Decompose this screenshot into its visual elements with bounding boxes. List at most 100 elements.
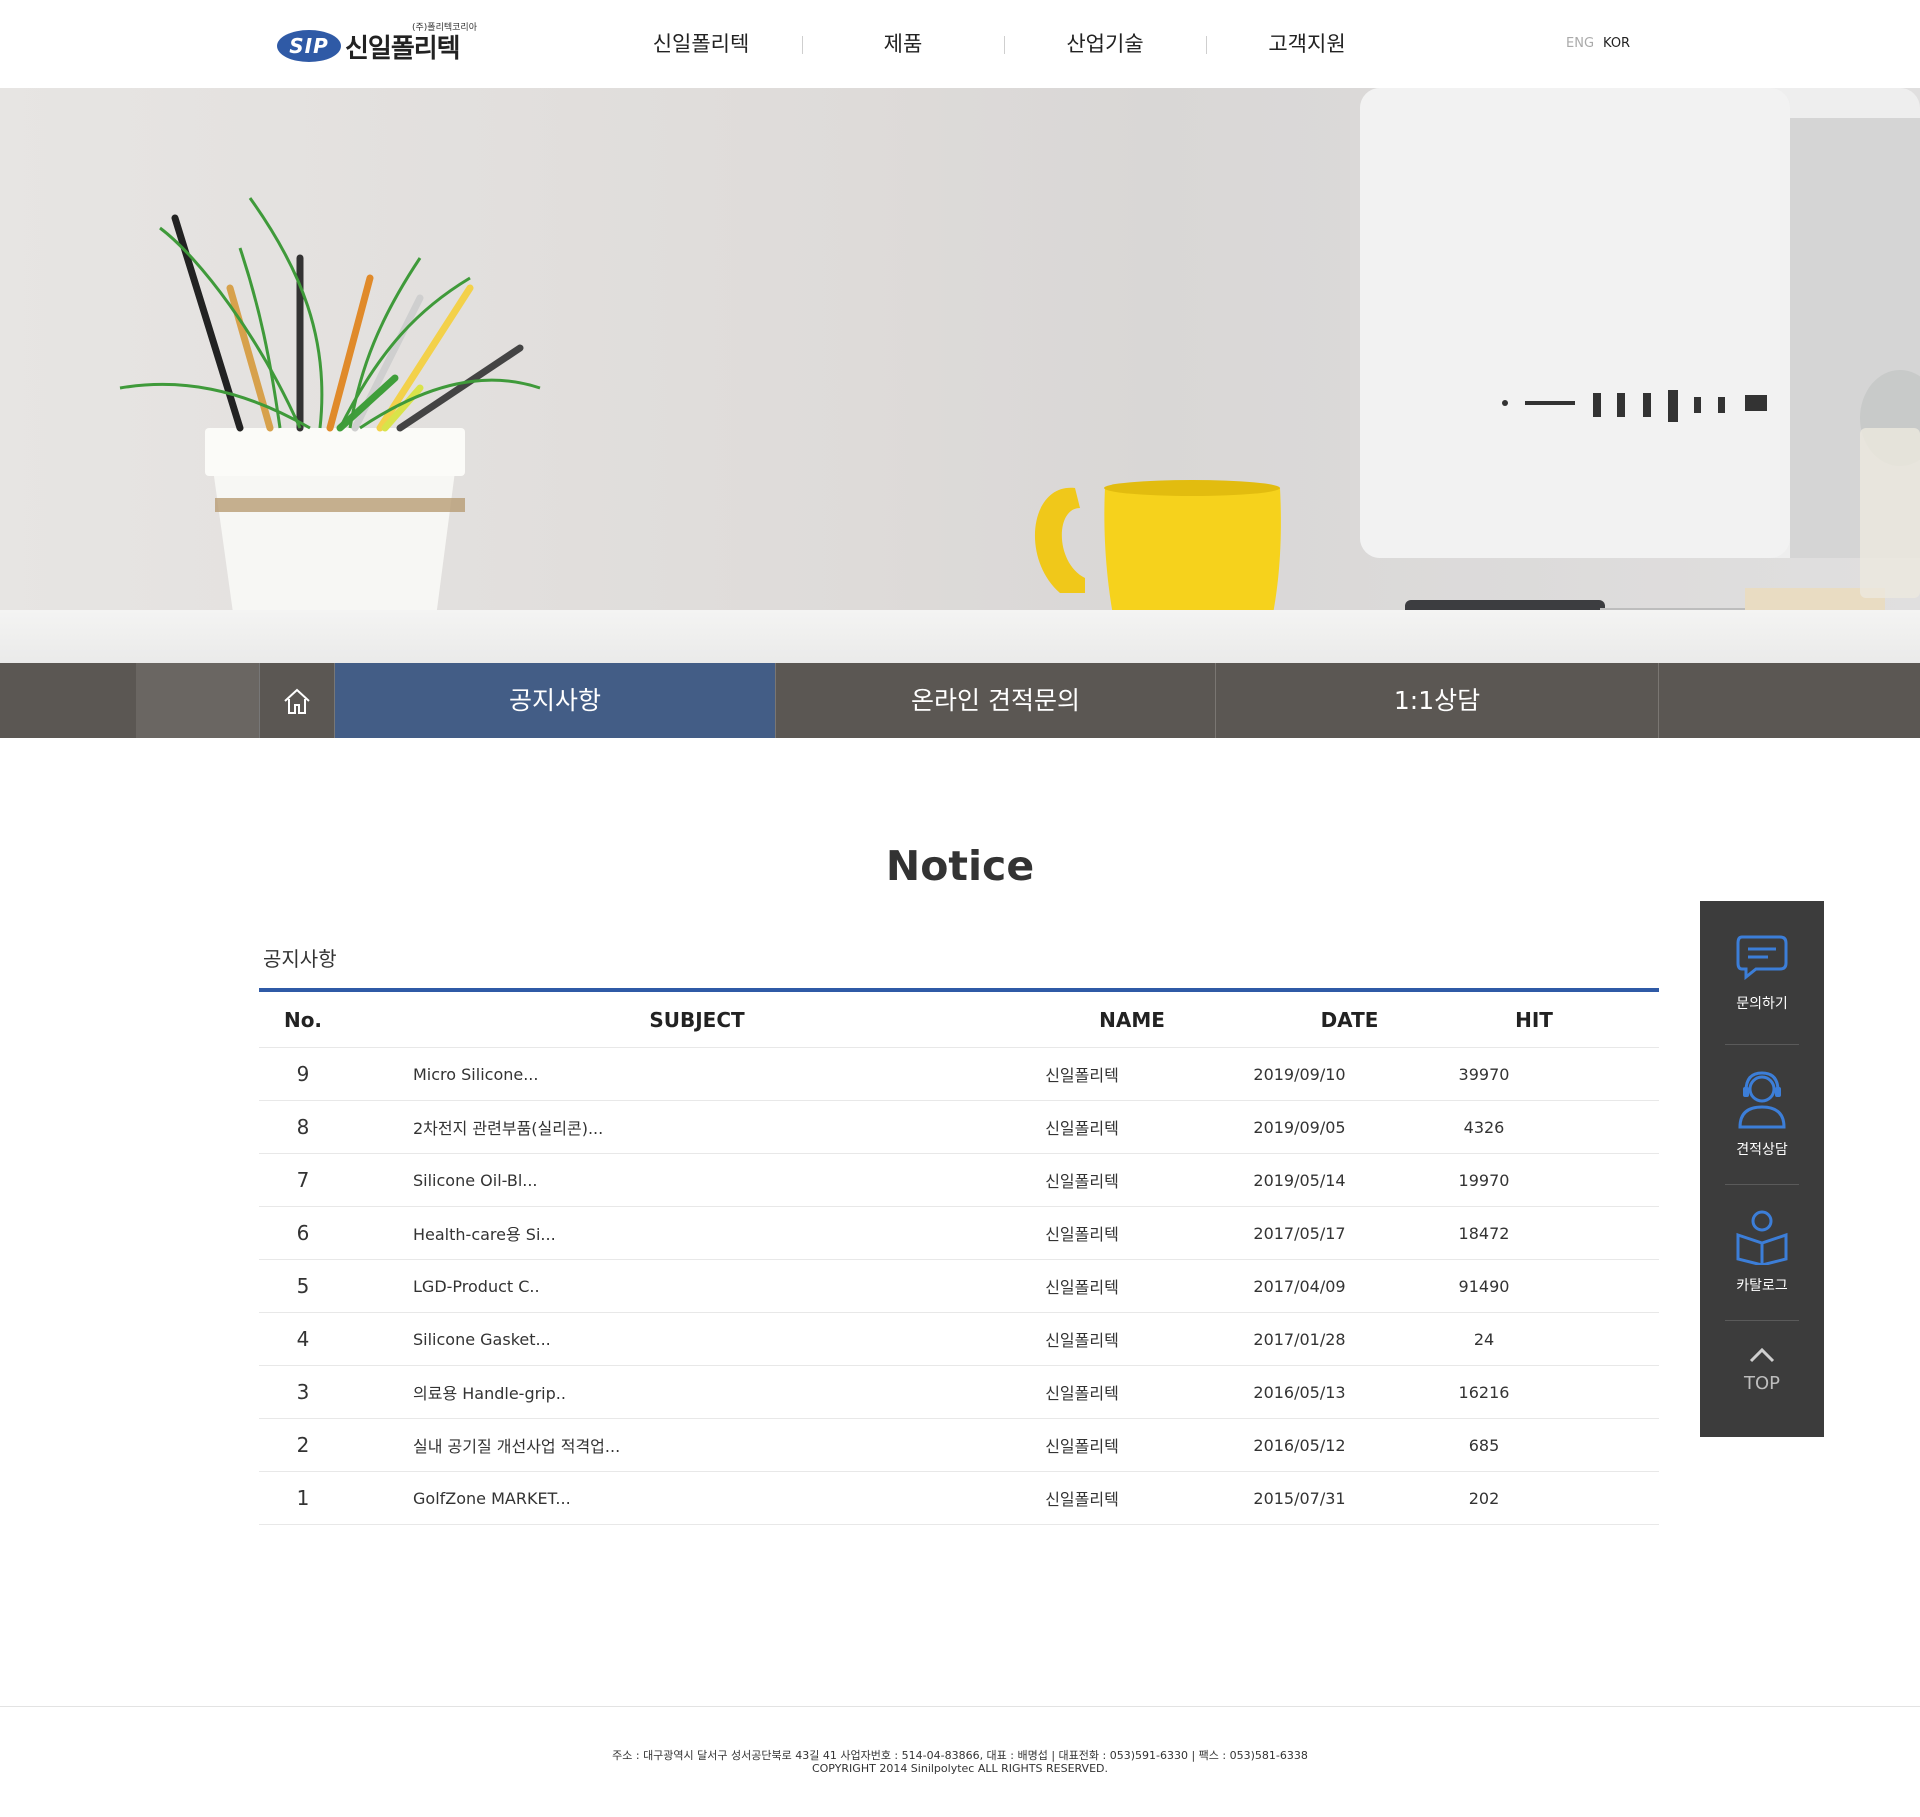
quick-inquiry-button[interactable]: 문의하기 [1725, 931, 1799, 1013]
row-author: 신일폴리텍 [1045, 1384, 1119, 1403]
table-row[interactable]: 4 Silicone Gasket... 신일폴리텍 2017/01/28 24 [259, 1313, 1659, 1366]
row-no: 9 [296, 1062, 310, 1086]
footer-copyright: COPYRIGHT 2014 Sinilpolytec ALL RIGHTS R… [811, 1762, 1109, 1775]
row-no: 4 [296, 1327, 310, 1351]
row-date: 2019/09/05 [1253, 1117, 1346, 1137]
scroll-top-label: TOP [1743, 1373, 1781, 1394]
table-row[interactable]: 1 GolfZone MARKET... 신일폴리텍 2015/07/31 202 [259, 1472, 1659, 1525]
row-subject-link[interactable]: LGD-Product C.. [347, 1277, 997, 1296]
quick-divider [1725, 1184, 1799, 1185]
row-date: 2017/01/28 [1253, 1329, 1346, 1349]
sub-navigation: 공지사항 온라인 견적문의 1:1상담 [0, 663, 1920, 738]
row-hit-count: 4326 [1463, 1117, 1505, 1137]
row-no: 8 [296, 1115, 310, 1139]
home-button[interactable] [259, 663, 335, 738]
row-subject-link[interactable]: Silicone Gasket... [347, 1330, 997, 1349]
table-header-row: No. SUBJECT NAME DATE HIT [259, 992, 1659, 1048]
row-hit-count: 24 [1473, 1329, 1495, 1349]
row-author: 신일폴리텍 [1045, 1437, 1119, 1456]
header-subject: SUBJECT [649, 1007, 745, 1032]
row-hit-count: 39970 [1458, 1064, 1510, 1084]
nav-item-company[interactable]: 신일폴리텍 [600, 0, 802, 88]
table-body: 9 Micro Silicone... 신일폴리텍 2019/09/10 39970 8 2… [259, 1048, 1659, 1525]
row-no: 1 [296, 1486, 310, 1510]
logo-name: 신일폴리텍 [345, 34, 461, 64]
home-icon [284, 688, 310, 714]
row-no: 7 [296, 1168, 310, 1192]
tab-consultation[interactable]: 1:1상담 [1216, 663, 1659, 738]
headset-agent-icon [1738, 1071, 1786, 1129]
table-row[interactable]: 6 Health-care용 Si... 신일폴리텍 2017/05/17 18472 [259, 1207, 1659, 1260]
main-nav: 신일폴리텍 제품 산업기술 고객지원 [600, 0, 1408, 88]
row-author: 신일폴리텍 [1045, 1066, 1119, 1085]
site-logo[interactable]: SIP (주)폴리텍코리아 신일폴리텍 [277, 20, 477, 68]
row-no: 6 [296, 1221, 310, 1245]
nav-item-products[interactable]: 제품 [802, 0, 1004, 88]
row-subject-link[interactable]: 실내 공기질 개선사업 적격업... [347, 1433, 997, 1457]
row-date: 2017/04/09 [1253, 1276, 1346, 1296]
lang-eng-link[interactable]: ENG [1566, 36, 1594, 51]
row-subject-link[interactable]: Health-care용 Si... [347, 1221, 997, 1245]
row-hit-count: 202 [1468, 1488, 1500, 1508]
footer-address: 주소 : 대구광역시 달서구 성서공단북로 43길 41 사업자번호 : 514… [612, 1749, 1308, 1762]
quick-catalog-button[interactable]: 카탈로그 [1725, 1209, 1799, 1295]
row-author: 신일폴리텍 [1045, 1119, 1119, 1138]
board-label: 공지사항 [263, 947, 337, 971]
table-row[interactable]: 7 Silicone Oil-Bl... 신일폴리텍 2019/05/14 19970 [259, 1154, 1659, 1207]
quick-estimate-button[interactable]: 견적상담 [1725, 1069, 1799, 1159]
row-author: 신일폴리텍 [1045, 1331, 1119, 1350]
quick-catalog-label: 카탈로그 [1736, 1278, 1788, 1294]
site-header: SIP (주)폴리텍코리아 신일폴리텍 신일폴리텍 제품 산업기술 고객지원 E… [0, 0, 1920, 88]
row-hit-count: 685 [1468, 1435, 1500, 1455]
desk-surface [0, 610, 1920, 663]
quick-menu: 문의하기 견적상담 카탈로그 TOP [1700, 901, 1824, 1437]
row-no: 2 [296, 1433, 310, 1457]
logo-mark: SIP [277, 30, 341, 62]
header-name: NAME [1099, 1007, 1165, 1032]
quick-divider [1725, 1320, 1799, 1321]
row-subject-link[interactable]: Micro Silicone... [347, 1065, 997, 1084]
tab-notice[interactable]: 공지사항 [335, 663, 776, 738]
row-no: 5 [296, 1274, 310, 1298]
row-hit-count: 19970 [1458, 1170, 1510, 1190]
row-date: 2017/05/17 [1253, 1223, 1346, 1243]
row-date: 2019/05/14 [1253, 1170, 1346, 1190]
nav-item-support[interactable]: 고객지원 [1206, 0, 1408, 88]
row-date: 2019/09/10 [1253, 1064, 1346, 1084]
scroll-top-button[interactable]: TOP [1725, 1343, 1799, 1394]
row-date: 2015/07/31 [1253, 1488, 1346, 1508]
row-author: 신일폴리텍 [1045, 1490, 1119, 1509]
language-switcher: ENG KOR [1566, 36, 1630, 51]
chevron-up-icon [1749, 1347, 1775, 1363]
row-author: 신일폴리텍 [1045, 1172, 1119, 1191]
row-subject-link[interactable]: 의료용 Handle-grip.. [347, 1380, 997, 1404]
lang-kor-link[interactable]: KOR [1603, 36, 1630, 51]
hero-illustration [119, 88, 1920, 663]
header-hit: HIT [1515, 1007, 1553, 1032]
page-title: Notice [885, 842, 1035, 890]
tab-online-estimate[interactable]: 온라인 견적문의 [776, 663, 1216, 738]
site-footer: 주소 : 대구광역시 달서구 성서공단북로 43길 41 사업자번호 : 514… [0, 1706, 1920, 1817]
header-date: DATE [1320, 1007, 1379, 1032]
row-subject-link[interactable]: Silicone Oil-Bl... [347, 1171, 997, 1190]
table-row[interactable]: 8 2차전지 관련부품(실리콘)... 신일폴리텍 2019/09/05 4326 [259, 1101, 1659, 1154]
row-hit-count: 16216 [1458, 1382, 1510, 1402]
row-author: 신일폴리텍 [1045, 1225, 1119, 1244]
row-date: 2016/05/13 [1253, 1382, 1346, 1402]
chat-icon [1736, 935, 1788, 981]
row-no: 3 [296, 1380, 310, 1404]
subnav-spacer [136, 663, 259, 738]
table-row[interactable]: 2 실내 공기질 개선사업 적격업... 신일폴리텍 2016/05/12 685 [259, 1419, 1659, 1472]
table-row[interactable]: 9 Micro Silicone... 신일폴리텍 2019/09/10 39970 [259, 1048, 1659, 1101]
quick-estimate-label: 견적상담 [1736, 1142, 1788, 1158]
notice-table: No. SUBJECT NAME DATE HIT 9 Micro Silicon… [259, 988, 1659, 1525]
table-row[interactable]: 3 의료용 Handle-grip.. 신일폴리텍 2016/05/13 16216 [259, 1366, 1659, 1419]
quick-divider [1725, 1044, 1799, 1045]
quick-inquiry-label: 문의하기 [1736, 996, 1788, 1012]
row-hit-count: 91490 [1458, 1276, 1510, 1296]
nav-item-technology[interactable]: 산업기술 [1004, 0, 1206, 88]
row-subject-link[interactable]: 2차전지 관련부품(실리콘)... [347, 1115, 997, 1139]
reading-book-icon [1736, 1210, 1788, 1267]
table-row[interactable]: 5 LGD-Product C.. 신일폴리텍 2017/04/09 91490 [259, 1260, 1659, 1313]
row-subject-link[interactable]: GolfZone MARKET... [347, 1489, 997, 1508]
